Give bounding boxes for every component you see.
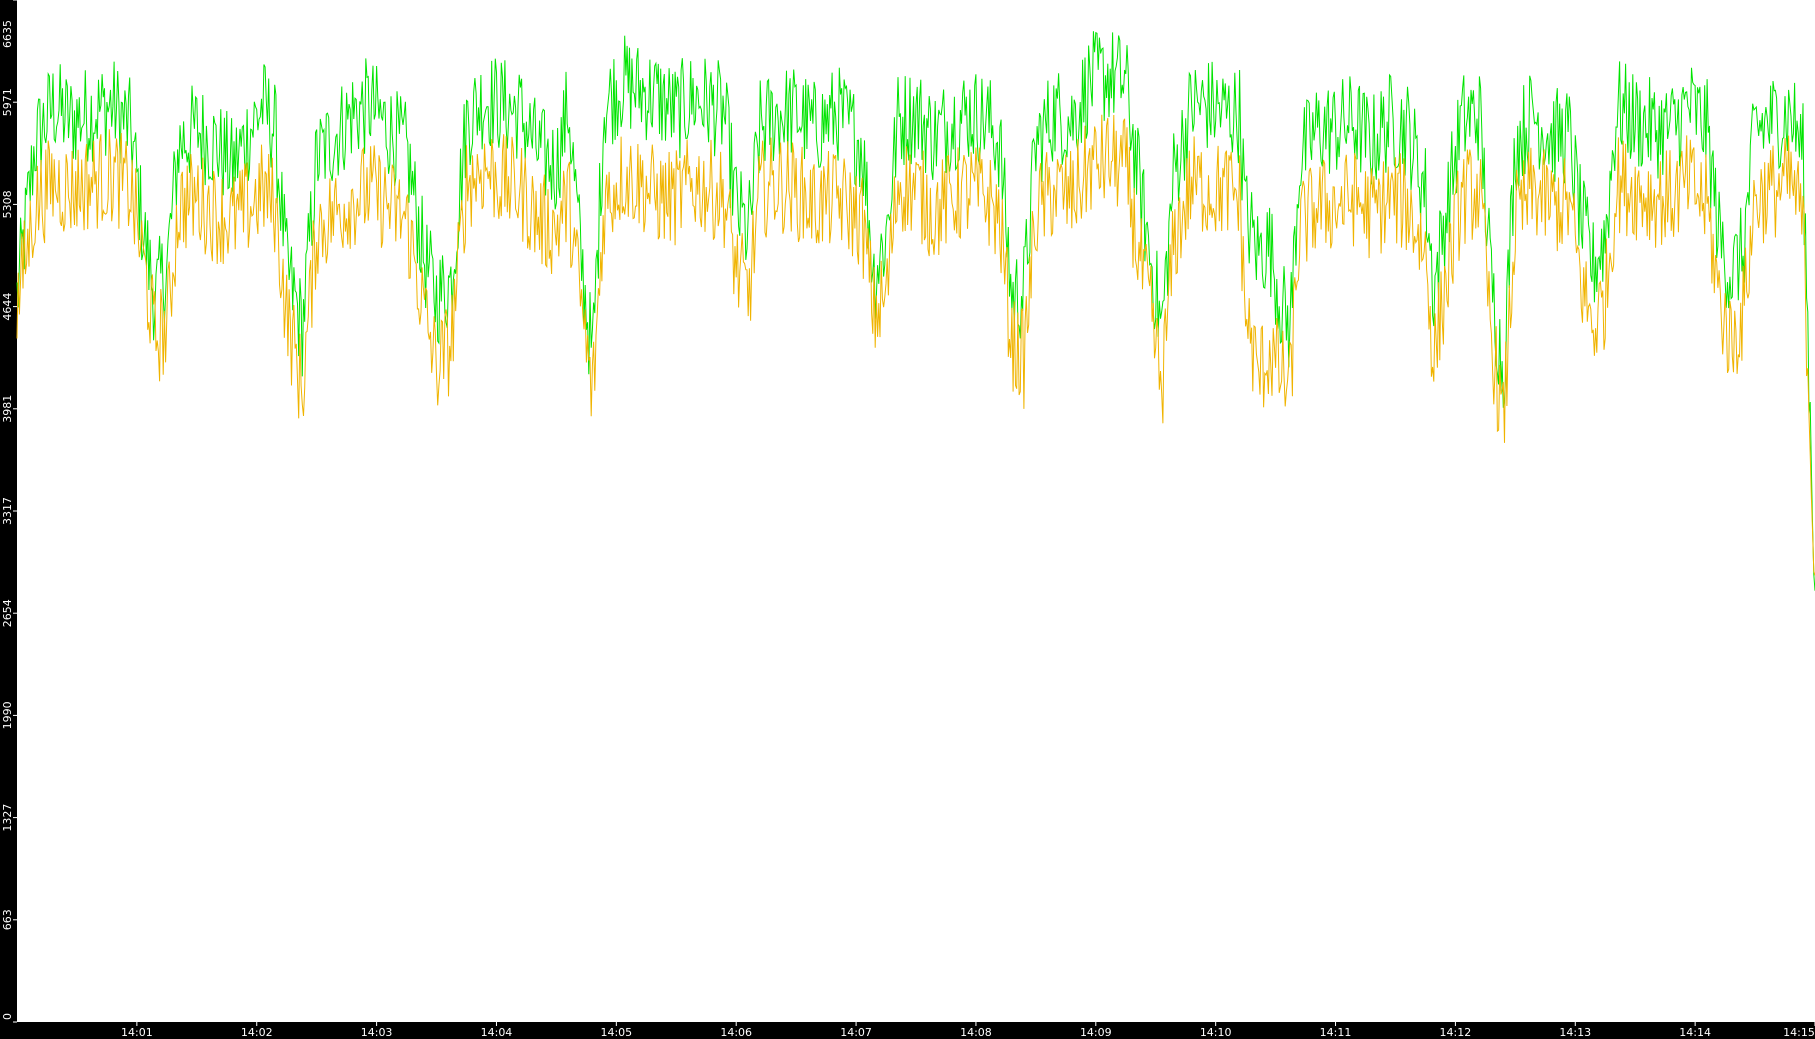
x-tick-label: 14:02	[241, 1026, 273, 1039]
y-tick-label: 5971	[1, 88, 14, 116]
y-tick-label: 6635	[1, 20, 14, 48]
y-tick-label: 5308	[1, 190, 14, 218]
x-tick-label: 14:01	[121, 1026, 153, 1039]
x-tick-label: 14:12	[1440, 1026, 1472, 1039]
x-tick-label: 14:05	[600, 1026, 632, 1039]
x-tick-label: 14:09	[1080, 1026, 1112, 1039]
line-chart: 0 663 1327 1990 2654 3317 3981 4644 5308 5971 6635…	[1, 0, 1815, 1039]
x-tick-label: 14:15	[1783, 1026, 1815, 1039]
x-tick-label: 14:07	[840, 1026, 872, 1039]
y-tick-label: 0	[1, 1013, 14, 1020]
y-tick-label: 1327	[1, 804, 14, 832]
x-tick-label: 14:06	[720, 1026, 752, 1039]
y-tick-label: 1990	[1, 701, 14, 729]
y-tick-label: 4644	[1, 293, 14, 321]
x-tick-label: 14:13	[1559, 1026, 1591, 1039]
y-axis: 0 663 1327 1990 2654 3317 3981 4644 5308 5971 6635	[1, 0, 17, 1023]
y-tick-label: 3981	[1, 395, 14, 423]
y-tick-label: 2654	[1, 599, 14, 627]
x-tick-label: 14:11	[1320, 1026, 1352, 1039]
y-tick-label: 663	[1, 909, 14, 930]
x-tick-label: 14:04	[481, 1026, 513, 1039]
chart-container: 0 663 1327 1990 2654 3317 3981 4644 5308 5971 6635…	[0, 0, 1815, 1039]
x-axis: 14:01 14:02 14:03 14:04 14:05 14:06 14:07 14:08…	[121, 1022, 1815, 1039]
x-tick-label: 14:14	[1679, 1026, 1711, 1039]
y-tick-label: 3317	[1, 497, 14, 525]
x-tick-label: 14:03	[361, 1026, 393, 1039]
x-tick-label: 14:08	[960, 1026, 992, 1039]
x-tick-label: 14:10	[1200, 1026, 1232, 1039]
